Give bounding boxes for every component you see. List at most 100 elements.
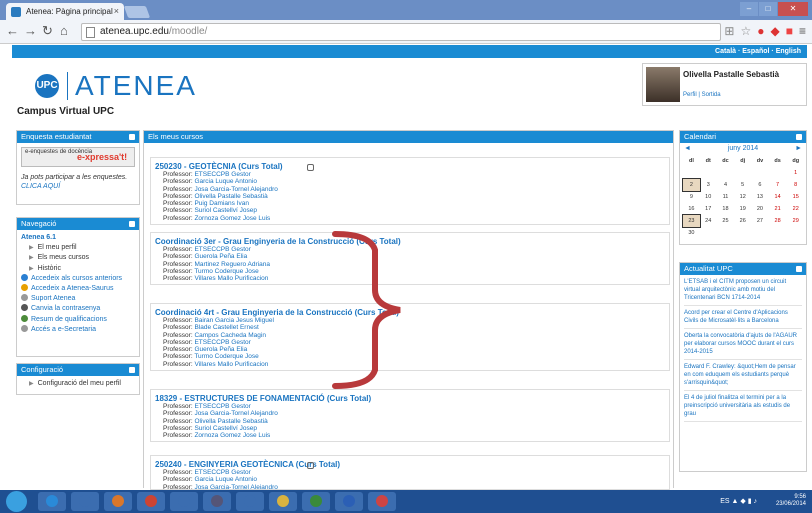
atenea-logo[interactable]: ATENEA [75, 70, 197, 102]
forward-icon[interactable]: → [24, 23, 37, 38]
taskbar-app[interactable] [137, 492, 165, 511]
reload-icon[interactable]: ↻ [42, 23, 53, 39]
addon-icon[interactable]: ■ [786, 24, 793, 38]
translate-icon[interactable]: ⊞ [724, 24, 734, 38]
teacher-name[interactable]: ETSECCPB Gestor [194, 403, 250, 410]
calendar-day[interactable]: 22 [786, 203, 805, 215]
language-bar[interactable]: Català · Español · English [12, 45, 807, 58]
opera-icon[interactable]: ● [757, 24, 764, 38]
nav-item[interactable]: ▶ Els meus cursos [21, 253, 135, 263]
calendar-day[interactable]: 28 [769, 215, 787, 227]
nav-item[interactable]: ▶ Històric [21, 264, 135, 274]
taskbar-app[interactable] [368, 492, 396, 511]
teacher-name[interactable]: Garcia Luque Antonio [194, 476, 257, 483]
survey-link[interactable]: CLICA AQUÍ [21, 183, 60, 190]
avatar[interactable] [646, 67, 680, 102]
user-links[interactable]: Perfil | Sortida [683, 92, 721, 98]
calendar-day[interactable]: 30 [683, 227, 700, 239]
minimize-icon[interactable]: – [740, 2, 758, 16]
course-title[interactable]: 250230 - GEOTÈCNIA (Curs Total) [155, 162, 665, 171]
calendar-day[interactable]: 12 [734, 191, 751, 203]
calendar-day[interactable]: 26 [734, 215, 751, 227]
start-button[interactable] [6, 491, 27, 512]
taskbar-app[interactable] [170, 492, 198, 511]
teacher-name[interactable]: Turmo Coderque Jose [194, 353, 258, 360]
menu-icon[interactable]: ≡ [799, 24, 806, 38]
taskbar-app[interactable] [269, 492, 297, 511]
block-toggle-icon[interactable] [129, 221, 135, 227]
taskbar-app[interactable] [335, 492, 363, 511]
news-item[interactable]: L'ETSAB i el CITM proposen un circuit vi… [684, 278, 802, 306]
teacher-name[interactable]: ETSECCPB Gestor [194, 246, 250, 253]
calendar-day[interactable]: 5 [734, 179, 751, 191]
teacher-name[interactable]: Villares Mallo Purificacion [194, 361, 268, 368]
nav-link[interactable]: Suport Atenea [21, 294, 135, 304]
nav-link[interactable]: Resum de qualificacions [21, 314, 135, 325]
close-window-icon[interactable]: ✕ [778, 2, 808, 16]
nav-item[interactable]: ▶ El meu perfil [21, 243, 135, 253]
calendar-day[interactable]: 25 [717, 215, 735, 227]
calendar-day[interactable]: 13 [751, 191, 769, 203]
calendar-day[interactable]: 27 [751, 215, 769, 227]
nav-root[interactable]: Atenea 6.1 [21, 233, 135, 243]
calendar-day[interactable]: 8 [786, 179, 805, 191]
calendar-day[interactable]: 18 [717, 203, 735, 215]
taskbar-app[interactable] [236, 492, 264, 511]
teacher-name[interactable]: Zornoza Gomez Jose Luis [194, 215, 270, 222]
calendar-day[interactable]: 16 [683, 203, 700, 215]
calendar-day[interactable]: 2 [682, 178, 701, 192]
teacher-name[interactable]: ETSECCPB Gestor [194, 469, 250, 476]
course-title[interactable]: 18329 - ESTRUCTURES DE FONAMENTACIÓ (Cur… [155, 394, 665, 403]
teacher-name[interactable]: Martinez Reguero Adriana [194, 261, 270, 268]
teacher-name[interactable]: Campos Cacheda Magin [194, 332, 266, 339]
calendar-day[interactable]: 23 [682, 214, 701, 228]
calendar-day[interactable]: 3 [700, 179, 717, 191]
nav-link[interactable]: Accedeix als cursos anteriors [21, 273, 135, 284]
calendar-next-icon[interactable]: ► [795, 143, 802, 155]
calendar-day[interactable]: 7 [769, 179, 787, 191]
block-toggle-icon[interactable] [129, 134, 135, 140]
teacher-name[interactable]: Suriol Castellví Josep [194, 207, 257, 214]
tab-close-icon[interactable]: × [114, 3, 119, 20]
news-item[interactable]: Edward F. Crawley: &quot;Hem de pensar e… [684, 363, 802, 391]
config-item[interactable]: ▶ Configuració del meu perfil [21, 379, 135, 389]
calendar-day[interactable]: 15 [786, 191, 805, 203]
course-users-icon[interactable] [307, 462, 314, 469]
taskbar-app[interactable] [302, 492, 330, 511]
taskbar-app[interactable] [104, 492, 132, 511]
nav-link[interactable]: Accés a e-Secretaria [21, 324, 135, 335]
teacher-name[interactable]: Josa Garcia-Tornel Alejandro [194, 410, 277, 417]
block-toggle-icon[interactable] [129, 367, 135, 373]
extension-icon[interactable]: ◆ [771, 24, 780, 38]
teacher-name[interactable]: Villares Mallo Purificacion [194, 275, 268, 282]
course-title[interactable]: 250240 - ENGINYERIA GEOTÈCNICA (Curs Tot… [155, 460, 665, 469]
teacher-name[interactable]: Bairan Garcia Jesus Miguel [194, 317, 273, 324]
news-item[interactable]: Acord per crear el Centre d'Aplicacions … [684, 309, 802, 329]
teacher-name[interactable]: Zornoza Gomez Jose Luis [194, 432, 270, 439]
bookmark-star-icon[interactable]: ☆ [740, 24, 751, 38]
teacher-name[interactable]: Olivella Pastalle Sebastià [194, 418, 267, 425]
calendar-day[interactable]: 1 [786, 167, 805, 179]
teacher-name[interactable]: ETSECCPB Gestor [194, 339, 250, 346]
calendar-day[interactable]: 9 [683, 191, 700, 203]
new-tab-button[interactable] [123, 6, 151, 18]
calendar-day[interactable]: 11 [717, 191, 735, 203]
address-bar[interactable]: atenea.upc.edu/moodle/ [81, 23, 721, 41]
course-users-icon[interactable] [307, 164, 314, 171]
calendar-day[interactable]: 6 [751, 179, 769, 191]
maximize-icon[interactable]: □ [759, 2, 777, 16]
teacher-name[interactable]: Suriol Castellví Josep [194, 425, 257, 432]
nav-link[interactable]: Accedeix a Atenea-Saurus [21, 284, 135, 294]
calendar-day[interactable]: 29 [786, 215, 805, 227]
home-icon[interactable]: ⌂ [60, 23, 68, 38]
survey-banner[interactable]: e-enquestes de docència e-xpressa't! [21, 147, 135, 167]
taskbar-app[interactable] [203, 492, 231, 511]
calendar-day[interactable]: 10 [700, 191, 717, 203]
calendar-month[interactable]: juny 2014 [728, 145, 758, 152]
teacher-name[interactable]: Blade Castellet Ernest [194, 324, 258, 331]
nav-link[interactable]: Canvia la contrasenya [21, 304, 135, 314]
tray-lang[interactable]: ES [720, 498, 729, 505]
block-toggle-icon[interactable] [796, 266, 802, 272]
taskbar-app[interactable] [38, 492, 66, 511]
calendar-day[interactable]: 17 [700, 203, 717, 215]
